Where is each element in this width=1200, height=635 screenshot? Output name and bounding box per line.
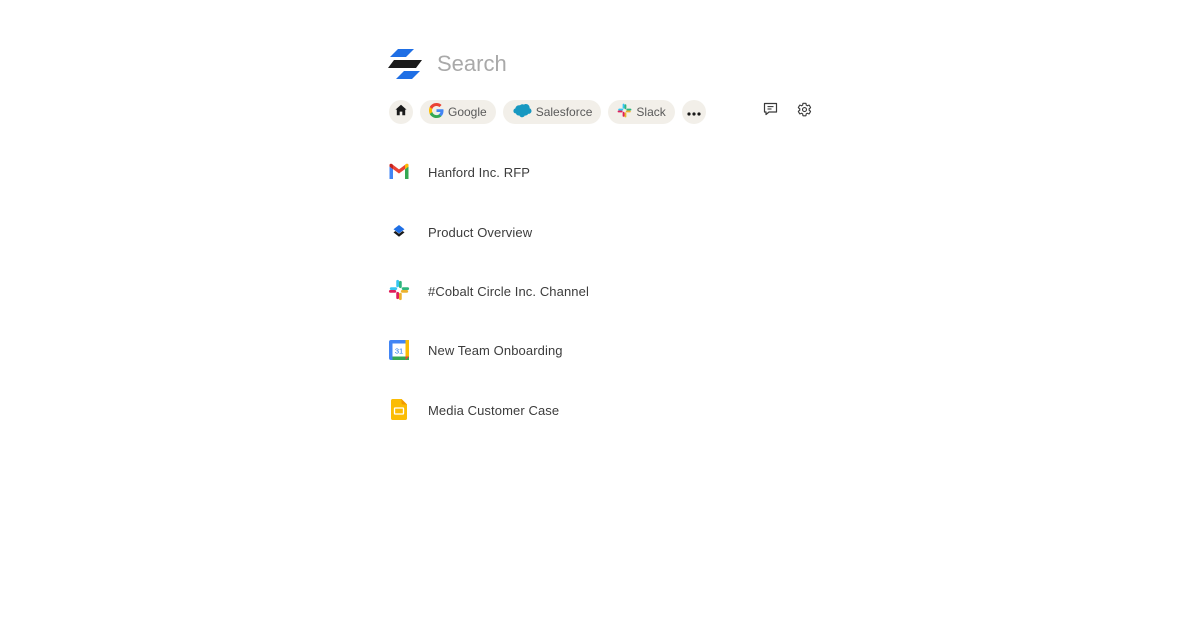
dropbox-paper-icon [386,219,411,244]
gear-icon [797,102,812,122]
slack-icon [617,103,632,121]
salesforce-icon [512,103,532,121]
list-item[interactable]: #Cobalt Circle Inc. Channel [386,262,806,321]
google-calendar-icon: 31 [386,337,411,362]
filter-chip-label: Google [448,105,487,119]
google-icon [429,103,444,121]
google-slides-icon [386,397,411,422]
more-icon [687,103,701,121]
filter-chip-salesforce[interactable]: Salesforce [502,100,602,124]
feedback-button[interactable] [762,102,779,121]
filter-chip-label: Slack [636,105,666,119]
result-title: Media Customer Case [428,402,560,418]
result-title: New Team Onboarding [428,343,563,359]
list-item[interactable]: Media Customer Case [386,381,806,440]
list-item[interactable]: Hanford Inc. RFP [386,143,806,202]
filter-chip-slack[interactable]: Slack [608,100,675,124]
filter-chip-label: Salesforce [535,105,593,119]
calendar-day-text: 31 [394,346,402,355]
slack-icon [386,278,411,303]
source-filter-bar: Google Salesforce Slack [389,100,706,124]
home-icon [395,103,407,121]
more-filters-button[interactable] [681,100,706,124]
recent-items-list: Hanford Inc. RFP Product Overview #Cobal… [386,143,806,440]
home-filter-button[interactable] [389,100,413,124]
feedback-icon [763,102,778,121]
gmail-icon [386,159,411,184]
result-title: #Cobalt Circle Inc. Channel [428,283,589,299]
settings-button[interactable] [796,102,813,122]
result-title: Product Overview [428,224,533,240]
app-window: Google Salesforce [0,0,1200,635]
filter-chip-google[interactable]: Google [420,100,496,124]
top-right-toolbar [762,102,813,122]
list-item[interactable]: 31 New Team Onboarding [386,321,806,380]
app-logo-icon [386,47,424,83]
result-title: Hanford Inc. RFP [428,165,531,181]
search-input[interactable] [430,44,797,84]
list-item[interactable]: Product Overview [386,202,806,261]
